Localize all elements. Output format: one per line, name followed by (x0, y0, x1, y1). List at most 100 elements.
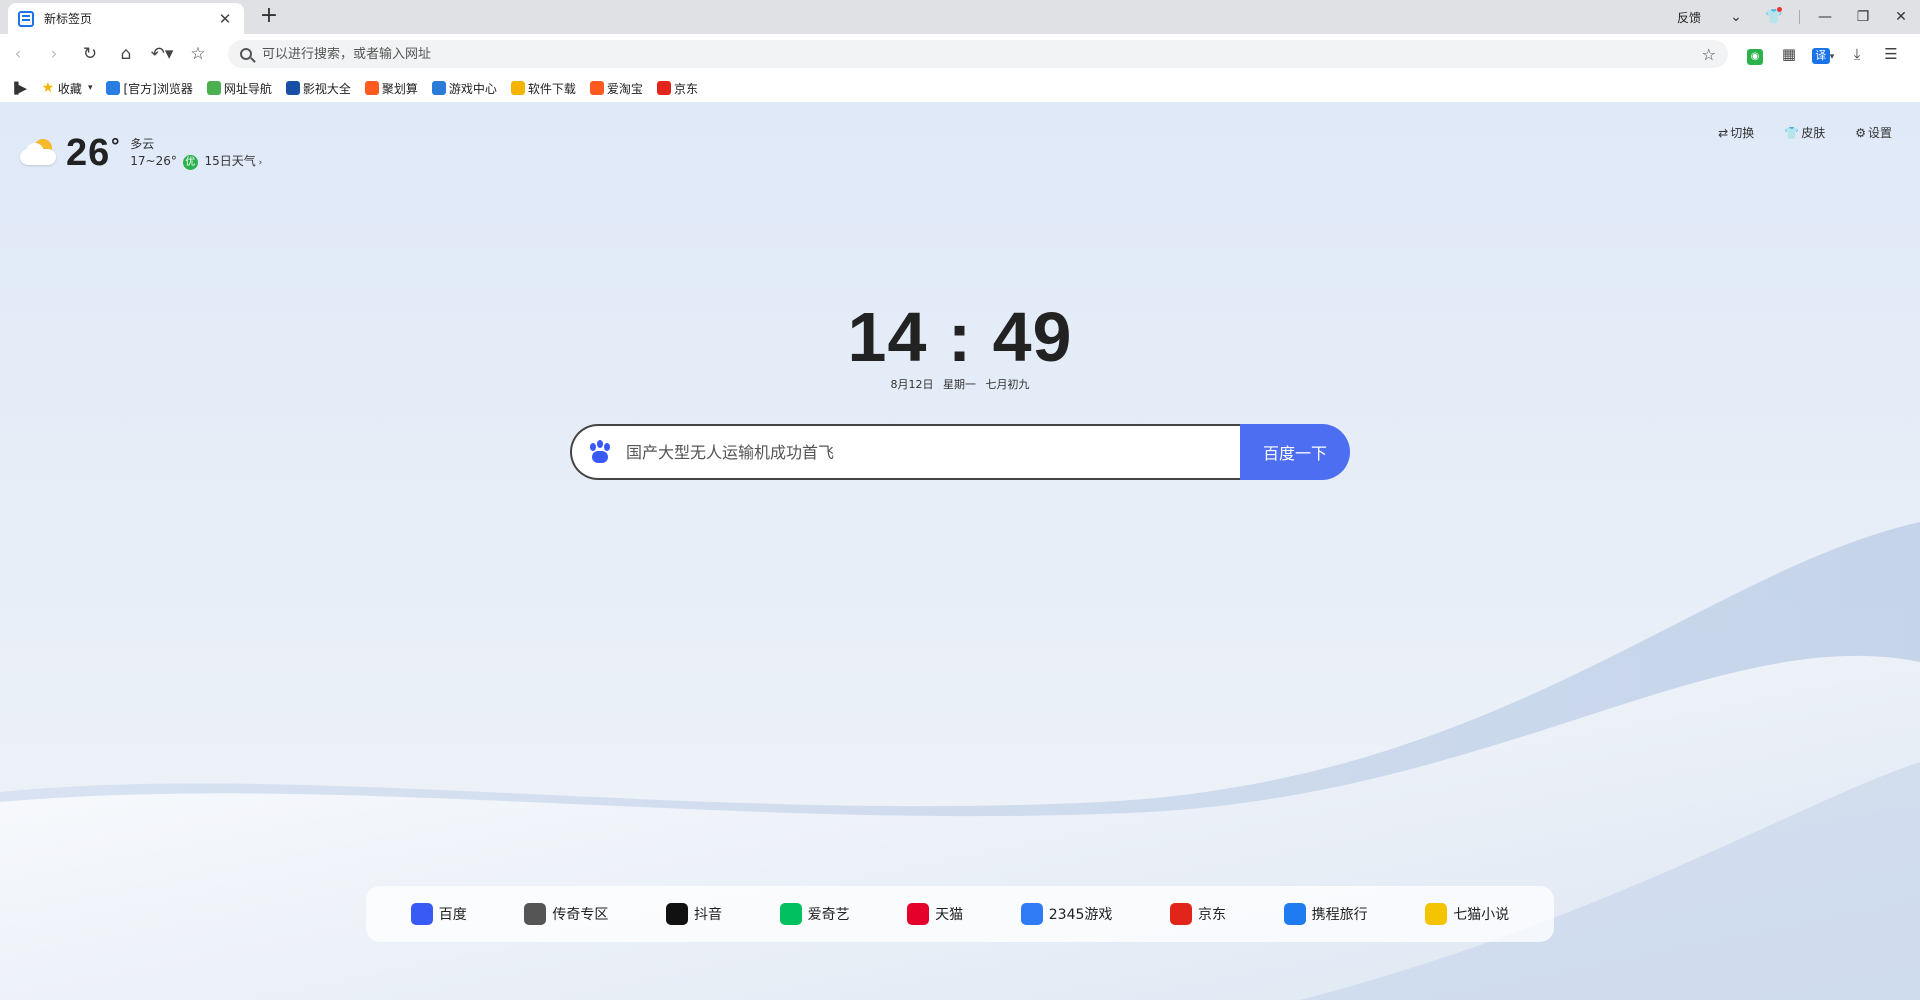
bookmark-item[interactable]: 聚划算 (364, 80, 418, 97)
iqiyi-icon (779, 903, 802, 925)
degree-symbol: ° (110, 134, 121, 158)
favorites-star-icon[interactable]: ☆ (180, 39, 216, 69)
search-field[interactable] (570, 424, 1240, 480)
bookmark-item[interactable]: 游戏中心 (431, 80, 497, 97)
shortcut-item[interactable]: 2345游戏 (1020, 903, 1113, 925)
shortcut-item[interactable]: 百度 (410, 903, 467, 925)
shortcut-item[interactable]: 抖音 (665, 903, 722, 925)
settings-button[interactable]: ⚙ 设置 (1855, 124, 1892, 141)
new-tab-button[interactable]: + (256, 4, 282, 30)
close-tab-icon[interactable]: ✕ (216, 10, 234, 28)
clock-time: 14 : 49 (847, 298, 1073, 376)
restore-icon[interactable]: ❐ (1844, 9, 1882, 25)
shortcut-item[interactable]: 天猫 (907, 903, 963, 925)
legend-icon (524, 903, 547, 925)
apps-grid-icon[interactable]: ▦ (1772, 40, 1806, 68)
tab-new-tab[interactable]: 新标签页 ✕ (8, 3, 244, 34)
lunar-date-text: 七月初九 (985, 378, 1030, 391)
bookmark-label: [官方]浏览器 (123, 81, 193, 96)
air-quality-badge: 优 (182, 154, 198, 170)
shortcut-label: 传奇专区 (552, 907, 609, 923)
partly-cloudy-icon (20, 138, 58, 169)
shortcut-item[interactable]: 京东 (1170, 903, 1226, 925)
chevron-down-icon[interactable]: ⌄ (1717, 9, 1755, 25)
tab-strip: 新标签页 ✕ + 反馈 ⌄ 👕 — ❐ ✕ (0, 0, 1920, 34)
tmall-icon (907, 903, 930, 925)
bookmark-label: 影视大全 (302, 81, 351, 96)
shortcut-item[interactable]: 爱奇艺 (779, 903, 850, 925)
chevron-down-icon: ▾ (87, 83, 93, 93)
weather-condition: 多云 (130, 136, 155, 151)
switch-label: 切换 (1730, 126, 1755, 140)
switch-button[interactable]: ⇄ 切换 (1718, 124, 1754, 141)
forward-icon[interactable]: › (36, 39, 72, 69)
star-icon: ★ (41, 80, 55, 96)
search-icon (240, 48, 252, 60)
forecast-link[interactable]: 15日天气 (205, 154, 256, 168)
skin-label: 皮肤 (1801, 126, 1826, 140)
shortcut-label: 爱奇艺 (807, 907, 850, 923)
weather-temperature: 26 (66, 132, 111, 174)
feedback-link[interactable]: 反馈 (1677, 9, 1701, 26)
bookmark-item[interactable]: 网址导航 (206, 80, 272, 97)
toolbar: ‹ › ↻ ⌂ ↶▾ ☆ ☆ ◉ ▦ 译▾ ⤓ ☰ (0, 34, 1920, 74)
sidebar-toggle-icon[interactable]: ▐▶ (10, 82, 27, 95)
favorites-folder[interactable]: ★ 收藏 ▾ (41, 80, 93, 97)
shortcut-label: 京东 (1198, 907, 1226, 923)
shortcut-item[interactable]: 七猫小说 (1425, 903, 1509, 925)
douyin-icon (665, 903, 688, 925)
shortcut-label: 携程旅行 (1311, 907, 1368, 923)
ctrip-icon (1283, 903, 1306, 925)
bookmark-item[interactable]: 京东 (656, 80, 698, 97)
bookmark-item[interactable]: [官方]浏览器 (106, 80, 193, 97)
menu-icon[interactable]: ☰ (1874, 40, 1908, 68)
shortcut-label: 七猫小说 (1453, 907, 1510, 923)
jd-icon (1170, 903, 1192, 925)
home-icon[interactable]: ⌂ (108, 39, 144, 69)
bookmark-star-icon[interactable]: ☆ (1702, 45, 1716, 64)
address-input[interactable] (262, 46, 1702, 62)
taobao-icon (589, 81, 604, 95)
extension-eye-icon[interactable]: ◉ (1738, 40, 1772, 68)
shortcut-label: 2345游戏 (1048, 907, 1113, 923)
bookmark-item[interactable]: 爱淘宝 (589, 80, 643, 97)
window-controls: 反馈 ⌄ 👕 — ❐ ✕ (1677, 0, 1920, 34)
translate-icon[interactable]: 译 ▾ (1806, 40, 1840, 68)
bookmark-item[interactable]: 影视大全 (285, 80, 351, 97)
skin-shirt-icon[interactable]: 👕 (1755, 7, 1793, 25)
shortcut-label: 抖音 (693, 907, 722, 923)
shortcut-item[interactable]: 携程旅行 (1283, 903, 1368, 925)
qimao-icon (1425, 903, 1448, 925)
background-wave (0, 522, 1920, 1000)
search-input[interactable] (626, 442, 1240, 462)
bookmark-item[interactable]: 软件下载 (510, 80, 576, 97)
right-toolbar: ◉ ▦ 译 ▾ ⤓ ☰ (1738, 40, 1908, 68)
download-icon[interactable]: ⤓ (1840, 40, 1874, 68)
bookmark-label: 京东 (673, 81, 698, 96)
switch-icon: ⇄ (1718, 125, 1729, 140)
baidu-icon (410, 903, 433, 925)
bookmark-label: 软件下载 (527, 81, 576, 96)
gamepad-icon (1020, 903, 1043, 925)
bookmark-list: [官方]浏览器 网址导航 影视大全 聚划算 游戏中心 软件下载 爱淘宝 京东 (106, 80, 711, 97)
baidu-icon[interactable] (588, 440, 612, 464)
date-text: 8月12日 (890, 378, 934, 391)
favorites-label: 收藏 (57, 81, 82, 96)
close-window-icon[interactable]: ✕ (1882, 9, 1920, 25)
back-icon[interactable]: ‹ (0, 39, 36, 69)
chevron-right-icon: › (255, 157, 263, 168)
weekday-text: 星期一 (943, 378, 976, 391)
weather-widget[interactable]: 26 ° 多云 17~26° 优 15日天气 › (20, 132, 262, 175)
skin-button[interactable]: 👕 皮肤 (1784, 124, 1825, 141)
shortcut-item[interactable]: 传奇专区 (524, 903, 608, 925)
minimize-icon[interactable]: — (1806, 9, 1844, 25)
search-button[interactable]: 百度一下 (1240, 424, 1350, 480)
browser-icon (106, 81, 121, 95)
search-box: 百度一下 (570, 424, 1350, 480)
undo-close-icon[interactable]: ↶▾ (144, 39, 180, 69)
address-bar[interactable]: ☆ (228, 40, 1728, 68)
shirt-icon: 👕 (1784, 125, 1800, 140)
reload-icon[interactable]: ↻ (72, 39, 108, 69)
new-tab-page-icon (18, 10, 34, 27)
page-tools: ⇄ 切换 👕 皮肤 ⚙ 设置 (1718, 124, 1892, 141)
